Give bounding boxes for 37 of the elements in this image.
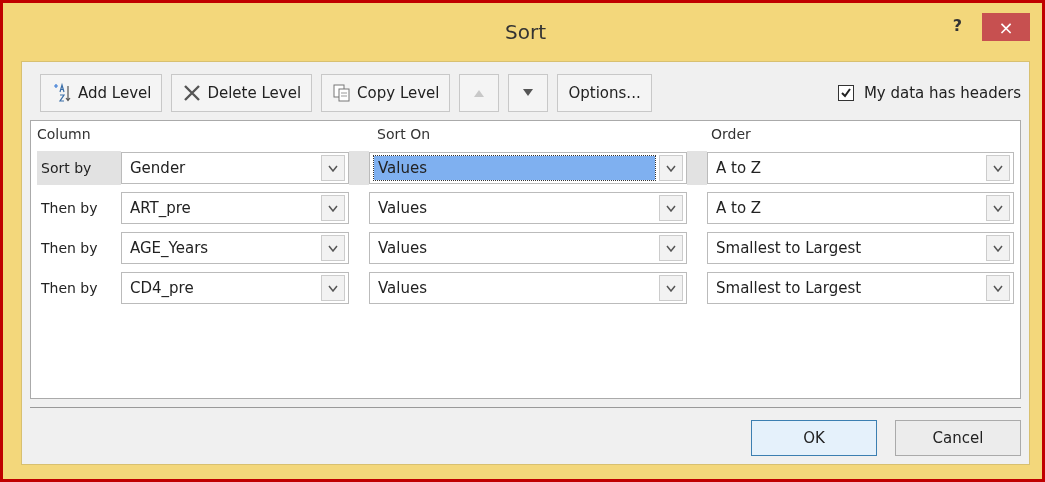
up-triangle-icon bbox=[473, 88, 486, 98]
column-header: Order bbox=[711, 126, 751, 142]
checkmark-icon bbox=[839, 87, 852, 99]
column-header: Sort On bbox=[377, 126, 432, 142]
x-icon bbox=[182, 83, 203, 103]
close-button[interactable]: × bbox=[982, 13, 1030, 41]
help-button[interactable]: ? bbox=[946, 15, 968, 36]
sort-on-dropdown[interactable]: Values bbox=[369, 192, 687, 224]
order-dropdown[interactable]: A to Z bbox=[707, 192, 1014, 224]
sort-on-dropdown[interactable]: Values bbox=[369, 272, 687, 304]
order-dropdown[interactable]: Smallest to Largest bbox=[707, 272, 1014, 304]
add-level-button[interactable]: Add Level bbox=[40, 74, 163, 112]
order-dropdown[interactable]: A to Z bbox=[707, 152, 1014, 184]
copy-level-button[interactable]: Copy Level bbox=[321, 74, 451, 112]
order-dropdown[interactable]: Smallest to Largest bbox=[707, 232, 1014, 264]
options-button[interactable]: Options... bbox=[557, 74, 652, 112]
column-header: Column bbox=[37, 126, 92, 142]
cancel-button[interactable]: Cancel bbox=[895, 420, 1021, 456]
column-dropdown[interactable]: Gender bbox=[121, 152, 349, 184]
level-label[interactable]: Then by bbox=[37, 231, 121, 265]
level-label[interactable]: Then by bbox=[37, 191, 121, 225]
sort-az-icon bbox=[51, 82, 73, 104]
ok-button[interactable]: OK bbox=[751, 420, 877, 456]
column-dropdown[interactable]: AGE_Years bbox=[121, 232, 349, 264]
down-triangle-icon bbox=[522, 88, 535, 98]
column-dropdown[interactable]: ART_pre bbox=[121, 192, 349, 224]
delete-level-button[interactable]: Delete Level bbox=[171, 74, 313, 112]
copy-icon bbox=[332, 83, 353, 103]
sort-on-dropdown[interactable]: Values bbox=[369, 232, 687, 264]
level-label[interactable]: Sort by bbox=[37, 151, 121, 185]
sort-on-dropdown[interactable]: Values bbox=[369, 152, 687, 184]
column-dropdown[interactable]: CD4_pre bbox=[121, 272, 349, 304]
window-title: Sort bbox=[505, 20, 546, 44]
move-down-button[interactable] bbox=[508, 74, 549, 112]
headers-checkbox[interactable]: My data has headers bbox=[837, 84, 1021, 102]
level-label[interactable]: Then by bbox=[37, 271, 121, 305]
checkbox[interactable] bbox=[837, 85, 854, 101]
